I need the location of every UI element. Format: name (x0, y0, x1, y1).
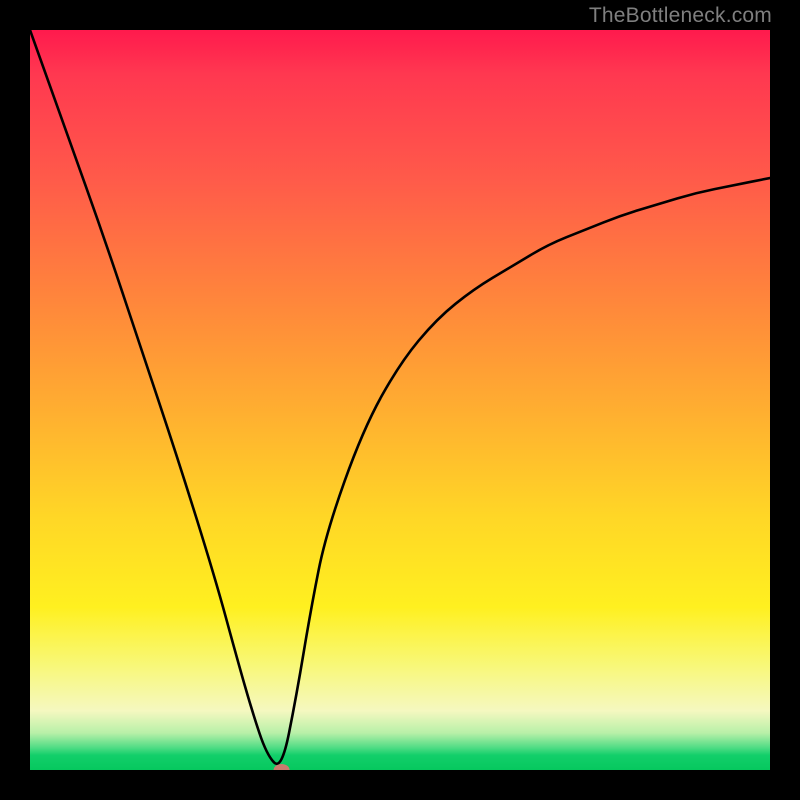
plot-area (30, 30, 770, 770)
chart-frame: TheBottleneck.com (0, 0, 800, 800)
watermark-text: TheBottleneck.com (589, 4, 772, 28)
plot-svg (30, 30, 770, 770)
bottleneck-curve (30, 30, 770, 764)
